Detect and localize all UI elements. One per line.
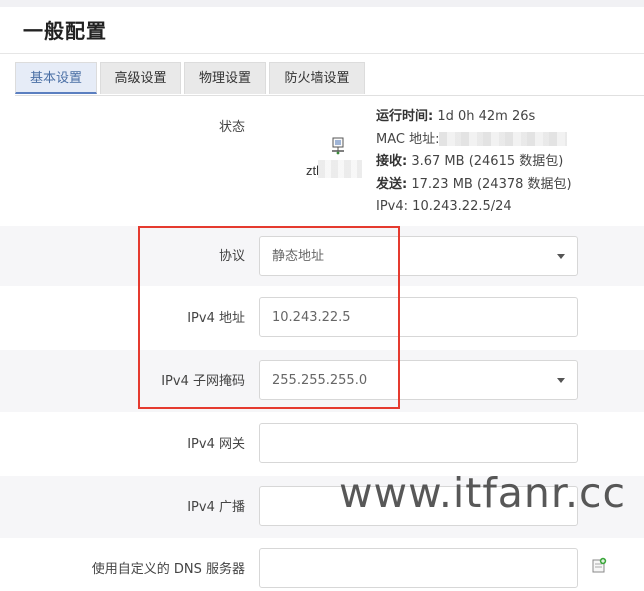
chevron-down-icon bbox=[557, 378, 565, 383]
add-entry-icon[interactable] bbox=[591, 557, 607, 578]
dns-label: 使用自定义的 DNS 服务器 bbox=[91, 562, 245, 577]
gateway-input[interactable] bbox=[259, 423, 578, 463]
device-name-redaction bbox=[318, 160, 362, 178]
mac-line: MAC 地址: bbox=[376, 129, 572, 152]
rx-line: 接收: 3.67 MB (24615 数据包) bbox=[376, 151, 572, 174]
mac-redaction bbox=[439, 132, 568, 146]
top-band bbox=[0, 0, 644, 7]
tx-value: 17.23 MB (24378 数据包) bbox=[411, 176, 572, 192]
gateway-label: IPv4 网关 bbox=[187, 437, 245, 452]
title-divider bbox=[0, 53, 644, 54]
ipv4-label: IPv4: bbox=[376, 199, 409, 214]
status-details: 运行时间: 1d 0h 42m 26s MAC 地址: 接收: 3.67 MB … bbox=[376, 106, 572, 219]
dns-input[interactable] bbox=[259, 548, 578, 588]
highlight-box bbox=[138, 226, 400, 409]
broadcast-label: IPv4 广播 bbox=[187, 500, 245, 515]
tab-physical-settings[interactable]: 物理设置 bbox=[184, 62, 266, 94]
uptime-line: 运行时间: 1d 0h 42m 26s bbox=[376, 106, 572, 129]
tab-basic-settings[interactable]: 基本设置 bbox=[15, 62, 97, 94]
dns-row: 使用自定义的 DNS 服务器 bbox=[0, 538, 644, 591]
uptime-label: 运行时间: bbox=[376, 109, 434, 124]
mac-label: MAC 地址: bbox=[376, 131, 440, 147]
gateway-row: IPv4 网关 bbox=[0, 412, 644, 476]
ipv4-line: IPv4: 10.243.22.5/24 bbox=[376, 196, 572, 219]
tx-label: 发送: bbox=[376, 176, 408, 192]
tx-line: 发送: 17.23 MB (24378 数据包) bbox=[376, 174, 572, 197]
page-title: 一般配置 bbox=[23, 19, 107, 43]
tab-firewall-settings[interactable]: 防火墙设置 bbox=[269, 62, 365, 94]
network-device-icon bbox=[330, 137, 346, 160]
rx-value: 3.67 MB (24615 数据包) bbox=[411, 154, 564, 169]
uptime-value: 1d 0h 42m 26s bbox=[437, 109, 536, 124]
status-label: 状态 bbox=[218, 120, 245, 135]
tab-advanced-settings[interactable]: 高级设置 bbox=[100, 62, 181, 94]
ipv4-value: 10.243.22.5/24 bbox=[412, 199, 512, 214]
chevron-down-icon bbox=[557, 254, 565, 259]
watermark-text: www.itfanr.cc bbox=[339, 469, 627, 517]
rx-label: 接收: bbox=[376, 154, 408, 169]
